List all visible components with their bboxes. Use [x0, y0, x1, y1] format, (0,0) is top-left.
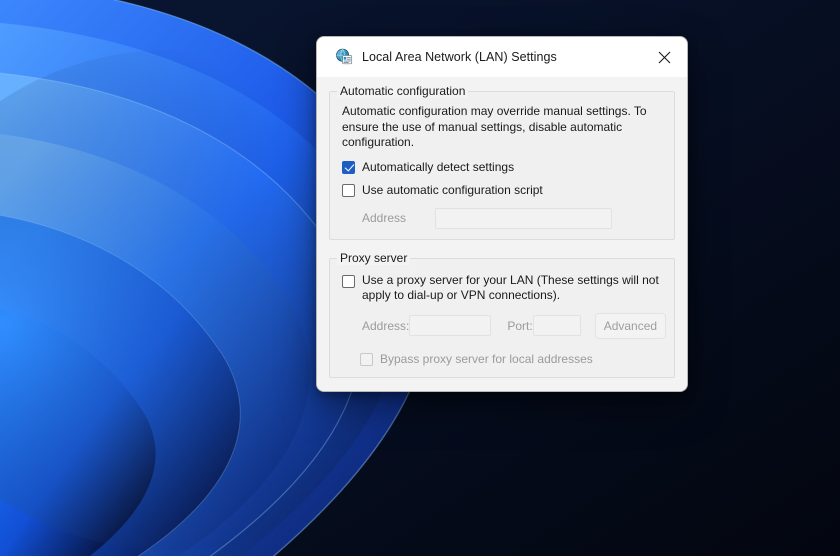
use-automatic-configuration-script-checkbox[interactable]	[342, 183, 355, 197]
script-address-input[interactable]	[435, 207, 612, 229]
auto-detect-settings-checkbox[interactable]	[342, 160, 355, 174]
close-icon[interactable]	[642, 37, 687, 77]
dialog-title: Local Area Network (LAN) Settings	[362, 50, 557, 64]
proxy-address-input[interactable]	[409, 315, 492, 336]
use-proxy-server-checkbox[interactable]	[342, 274, 355, 288]
use-automatic-configuration-script-row[interactable]: Use automatic configuration script	[342, 183, 664, 198]
automatic-configuration-legend: Automatic configuration	[337, 84, 469, 98]
bypass-proxy-row[interactable]: Bypass proxy server for local addresses	[360, 352, 664, 367]
auto-detect-settings-label: Automatically detect settings	[362, 159, 515, 174]
use-proxy-server-row[interactable]: Use a proxy server for your LAN (These s…	[342, 273, 664, 303]
bypass-proxy-checkbox[interactable]	[360, 352, 373, 366]
dialog-body: Automatic configuration Automatic config…	[317, 77, 687, 378]
use-automatic-configuration-script-label: Use automatic configuration script	[362, 182, 543, 197]
script-address-row: Address	[362, 207, 664, 229]
use-proxy-server-label: Use a proxy server for your LAN (These s…	[362, 272, 659, 302]
auto-detect-settings-row[interactable]: Automatically detect settings	[342, 160, 664, 175]
advanced-button[interactable]: Advanced	[594, 312, 667, 339]
lan-settings-icon	[335, 48, 353, 66]
automatic-configuration-group: Automatic configuration Automatic config…	[329, 84, 675, 240]
bypass-proxy-label: Bypass proxy server for local addresses	[380, 351, 593, 366]
proxy-port-input[interactable]	[532, 315, 581, 336]
proxy-address-label: Address:	[362, 318, 410, 333]
proxy-server-legend: Proxy server	[337, 250, 411, 265]
lan-settings-dialog: Local Area Network (LAN) Settings Automa…	[316, 36, 688, 392]
script-address-label: Address	[362, 211, 407, 225]
proxy-address-port-row: Address: Port: Advanced	[362, 312, 667, 339]
proxy-server-group: Proxy server Use a proxy server for your…	[329, 250, 675, 378]
proxy-port-label: Port:	[507, 318, 533, 333]
dialog-title-bar[interactable]: Local Area Network (LAN) Settings	[317, 37, 687, 77]
dialog-footer: OK Cancel	[317, 377, 687, 391]
automatic-configuration-description: Automatic configuration may override man…	[342, 104, 647, 149]
